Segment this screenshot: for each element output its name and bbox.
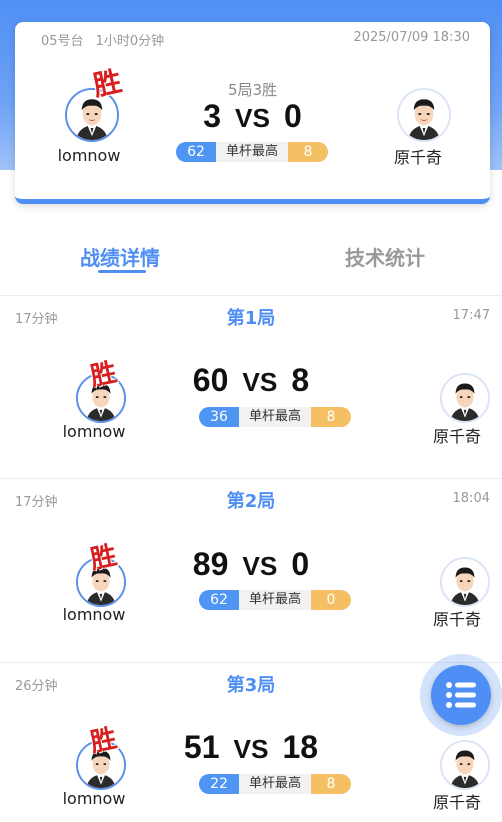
break-label: 单杆最高 — [239, 590, 311, 610]
frame-end-time: 17:47 — [452, 308, 490, 323]
highest-break-bar: 62 单杆最高 8 — [176, 142, 328, 162]
break-left: 36 — [199, 407, 239, 427]
list-icon — [446, 682, 476, 708]
vs-label: VS — [233, 734, 269, 764]
player-right-name: 原千奇 — [432, 610, 481, 629]
score-left: 51 — [183, 729, 220, 765]
highest-break-bar: 22 单杆最高 8 — [199, 774, 351, 794]
break-label: 单杆最高 — [239, 407, 311, 427]
highest-break-bar: 62 单杆最高 0 — [199, 590, 351, 610]
tab-bar: 战绩详情 技术统计 — [0, 242, 502, 282]
frame-title: 第2局 — [226, 491, 276, 512]
vs-label: VS — [242, 551, 278, 581]
match-format: 5局3胜 — [227, 81, 278, 99]
player-right-name: 原千奇 — [393, 148, 442, 167]
break-left: 62 — [176, 142, 216, 162]
frame-score: 60 VS 8 — [0, 362, 502, 399]
match-summary-card: 05号台 1小时0分钟 2025/07/09 18:30 胜 lomnow 原千… — [15, 22, 490, 204]
score-right: 0 — [284, 98, 302, 134]
frame-score: 89 VS 0 — [0, 546, 502, 583]
menu-fab[interactable] — [420, 654, 502, 736]
break-right: 8 — [288, 142, 328, 162]
player-right-name: 原千奇 — [432, 793, 481, 812]
frame-title: 第1局 — [226, 308, 276, 329]
break-right: 8 — [311, 774, 351, 794]
menu-fab-button[interactable] — [431, 665, 491, 725]
match-info: 05号台 1小时0分钟 — [41, 30, 164, 49]
divider — [0, 478, 502, 479]
frame-header: 17分钟 第1局 17:47 — [0, 304, 502, 330]
break-right: 8 — [311, 407, 351, 427]
break-label: 单杆最高 — [239, 774, 311, 794]
break-right: 0 — [311, 590, 351, 610]
match-duration: 1小时0分钟 — [95, 34, 165, 49]
score-left: 89 — [192, 546, 229, 582]
match-datetime: 2025/07/09 18:30 — [353, 30, 470, 45]
highest-break-bar: 36 单杆最高 8 — [199, 407, 351, 427]
player-left-name: lomnow — [62, 605, 126, 624]
score-right: 18 — [282, 729, 319, 765]
frame-score: 51 VS 18 — [0, 729, 502, 766]
score-left: 3 — [203, 98, 221, 134]
player-right-name: 原千奇 — [432, 427, 481, 446]
active-tab-indicator — [98, 270, 146, 273]
frame-header: 17分钟 第2局 18:04 — [0, 487, 502, 513]
divider — [0, 295, 502, 296]
break-left: 62 — [199, 590, 239, 610]
score-right: 0 — [291, 546, 310, 582]
match-score: 3 VS 0 — [15, 98, 490, 135]
vs-label: VS — [242, 367, 278, 397]
tab-technical-stats[interactable]: 技术统计 — [295, 242, 475, 271]
score-left: 60 — [192, 362, 229, 398]
player-left-name: lomnow — [57, 146, 121, 165]
frame-end-time: 18:04 — [452, 491, 490, 506]
break-label: 单杆最高 — [216, 142, 288, 162]
break-left: 22 — [199, 774, 239, 794]
table-number: 05号台 — [41, 34, 84, 49]
divider — [0, 662, 502, 663]
vs-label: VS — [235, 103, 270, 133]
player-left-name: lomnow — [62, 422, 126, 441]
player-left-name: lomnow — [62, 789, 126, 808]
tab-match-details[interactable]: 战绩详情 — [30, 242, 210, 271]
score-right: 8 — [291, 362, 310, 398]
